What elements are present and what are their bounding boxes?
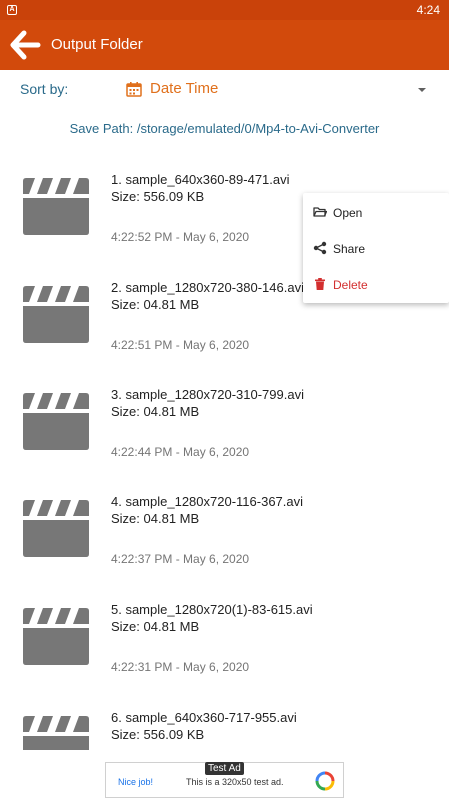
list-item[interactable]: 5. sample_1280x720(1)-83-615.avi Size: 0…	[0, 590, 449, 698]
file-size: Size: 04.81 MB	[111, 404, 200, 419]
file-name: 6. sample_640x360-717-955.avi	[111, 710, 297, 725]
calendar-icon	[126, 82, 142, 97]
file-size: Size: 04.81 MB	[111, 619, 200, 634]
app-notification-icon: A	[7, 5, 17, 15]
file-name: 5. sample_1280x720(1)-83-615.avi	[111, 602, 313, 617]
ad-headline: Nice job!	[118, 777, 154, 787]
page-title: Output Folder	[51, 36, 143, 53]
context-menu: Open Share Delete	[303, 193, 449, 303]
ad-banner[interactable]: Test Ad Nice job! This is a 320x50 test …	[105, 762, 344, 798]
ad-text: This is a 320x50 test ad.	[186, 777, 284, 787]
file-date: 4:22:37 PM - May 6, 2020	[111, 552, 250, 566]
video-clapper-icon	[23, 500, 89, 557]
list-item[interactable]: 3. sample_1280x720-310-799.avi Size: 04.…	[0, 375, 449, 483]
ad-badge: Test Ad	[205, 762, 244, 775]
file-name: 1. sample_640x360-89-471.avi	[111, 172, 290, 187]
share-icon	[313, 241, 327, 255]
video-clapper-icon	[23, 286, 89, 343]
video-clapper-icon	[23, 393, 89, 450]
file-size: Size: 04.81 MB	[111, 511, 200, 526]
file-size: Size: 556.09 KB	[111, 189, 205, 204]
status-bar: A 4:24	[0, 0, 449, 20]
sort-value: Date Time	[150, 80, 219, 97]
list-item[interactable]: 4. sample_1280x720-116-367.avi Size: 04.…	[0, 482, 449, 590]
menu-item-label: Open	[333, 206, 363, 220]
sort-label: Sort by:	[20, 81, 69, 97]
video-clapper-icon	[23, 716, 89, 750]
file-size: Size: 04.81 MB	[111, 297, 200, 312]
file-size: Size: 556.09 KB	[111, 727, 205, 742]
video-clapper-icon	[23, 178, 89, 235]
ad-logo-icon	[315, 771, 335, 791]
file-date: 4:22:44 PM - May 6, 2020	[111, 445, 250, 459]
list-item[interactable]: 6. sample_640x360-717-955.avi Size: 556.…	[0, 698, 449, 750]
menu-item-label: Delete	[333, 278, 368, 292]
trash-icon	[315, 278, 325, 290]
status-time: 4:24	[416, 3, 440, 17]
save-path-text: Save Path: /storage/emulated/0/Mp4-to-Av…	[69, 121, 380, 136]
file-name: 2. sample_1280x720-380-146.avi	[111, 280, 304, 295]
file-name: 3. sample_1280x720-310-799.avi	[111, 387, 304, 402]
menu-item-share[interactable]: Share	[303, 230, 449, 266]
menu-item-open[interactable]: Open	[303, 194, 449, 230]
folder-open-icon	[313, 207, 327, 217]
file-name: 4. sample_1280x720-116-367.avi	[111, 494, 304, 509]
file-date: 4:22:51 PM - May 6, 2020	[111, 338, 250, 352]
app-bar: Output Folder	[0, 20, 449, 70]
file-date: 4:22:52 PM - May 6, 2020	[111, 230, 250, 244]
chevron-down-icon	[418, 88, 426, 92]
menu-item-delete[interactable]: Delete	[303, 266, 449, 302]
arrow-back-icon	[10, 30, 41, 60]
back-button[interactable]	[8, 29, 42, 61]
menu-item-label: Share	[333, 242, 366, 256]
file-date: 4:22:31 PM - May 6, 2020	[111, 660, 250, 674]
sort-dropdown[interactable]: Date Time	[124, 76, 434, 104]
video-clapper-icon	[23, 608, 89, 665]
